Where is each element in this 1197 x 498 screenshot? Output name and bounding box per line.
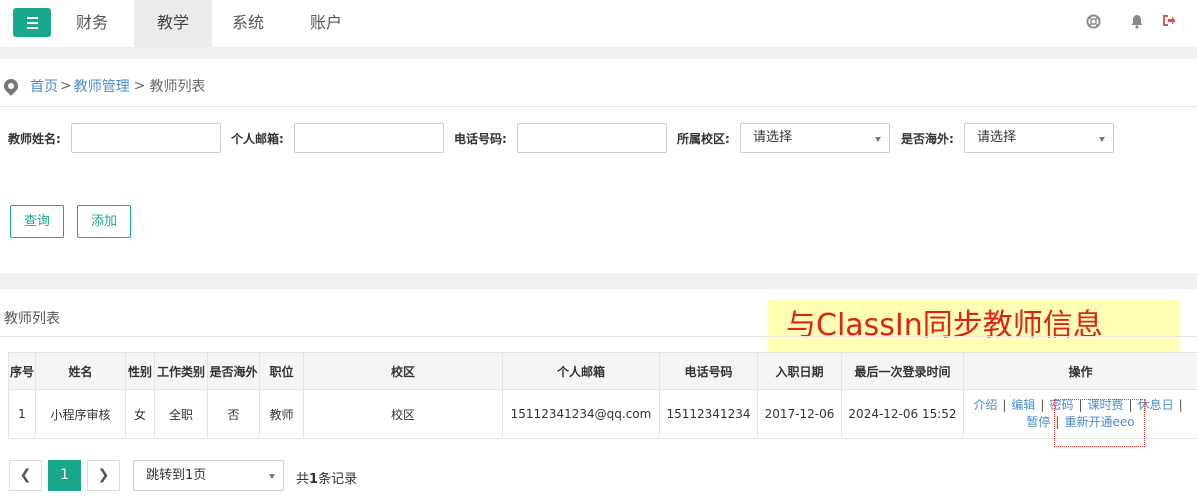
breadcrumb-current: 教师列表: [149, 79, 206, 95]
nav-item-teaching[interactable]: 教学: [134, 0, 212, 47]
op-separator: |: [1040, 398, 1045, 412]
column-header: 最后一次登录时间: [841, 352, 964, 390]
teacher-table: 序号 姓名 性别 工作类别 是否海外 职位 校区 个人邮箱 电话号码 入职日期 …: [8, 352, 1197, 439]
table-row: 1 小程序审核 女 全职 否 教师 校区 15112341234@qq.com …: [8, 389, 1197, 439]
campus-select-value: 请选择: [753, 130, 793, 145]
rest-day-link[interactable]: 休息日: [1138, 398, 1174, 412]
cell-work-type: 全职: [154, 389, 208, 439]
op-separator: |: [1128, 398, 1133, 412]
total-prefix: 共: [296, 472, 310, 487]
reopen-eeo-link[interactable]: 重新开通eeo: [1064, 415, 1134, 429]
bell-icon[interactable]: [1130, 14, 1144, 33]
next-page-button[interactable]: ❯: [87, 460, 120, 491]
teacher-name-label: 教师姓名:: [8, 132, 61, 146]
list-section-title: 教师列表: [4, 311, 60, 327]
logout-icon[interactable]: [1162, 14, 1176, 31]
section-divider-band: [0, 273, 1197, 289]
cell-hire-date: 2017-12-06: [757, 389, 842, 439]
location-pin-icon: [1, 76, 21, 96]
intro-link[interactable]: 介绍: [973, 398, 997, 412]
total-suffix: 条记录: [318, 472, 358, 487]
menu-toggle-button[interactable]: [13, 8, 51, 37]
cell-gender: 女: [125, 389, 155, 439]
chevron-left-icon: ❮: [19, 467, 32, 483]
lesson-fee-link[interactable]: 课时费: [1088, 398, 1124, 412]
sync-annotation-banner: 与ClassIn同步教师信息: [768, 300, 1180, 352]
page-jump-value: 跳转到1页: [146, 468, 207, 483]
cell-phone: 15112341234: [659, 389, 758, 439]
header-divider-band: [0, 47, 1197, 59]
campus-select[interactable]: 请选择: [740, 123, 890, 153]
overseas-select[interactable]: 请选择: [964, 123, 1114, 153]
operations-line-2: 暂停 | 重新开通eeo: [965, 414, 1197, 431]
column-header: 操作: [963, 352, 1197, 390]
breadcrumb-divider: [0, 106, 1197, 107]
total-records: 共1条记录: [296, 468, 357, 487]
campus-label: 所属校区:: [677, 132, 730, 146]
overseas-select-value: 请选择: [977, 130, 1017, 145]
search-button[interactable]: 查询: [10, 205, 64, 238]
table-header-row: 序号 姓名 性别 工作类别 是否海外 职位 校区 个人邮箱 电话号码 入职日期 …: [8, 352, 1197, 390]
total-count: 1: [309, 472, 319, 487]
cell-name: 小程序审核: [35, 389, 126, 439]
hamburger-icon-line: [26, 26, 38, 29]
breadcrumb-separator: >: [60, 78, 72, 94]
column-header: 入职日期: [757, 352, 842, 390]
lifebuoy-icon[interactable]: [1086, 14, 1101, 33]
op-separator: |: [1055, 415, 1060, 429]
op-separator: |: [1178, 398, 1183, 412]
column-header: 个人邮箱: [502, 352, 660, 390]
nav-item-account[interactable]: 账户: [288, 0, 364, 47]
caret-down-icon: [1099, 137, 1105, 142]
password-link[interactable]: 密码: [1049, 398, 1073, 412]
pause-link[interactable]: 暂停: [1026, 415, 1050, 429]
teacher-name-input[interactable]: [71, 123, 221, 153]
prev-page-button[interactable]: ❮: [9, 460, 42, 491]
column-header: 工作类别: [154, 352, 208, 390]
caret-down-icon: [875, 137, 881, 142]
cell-campus: 校区: [303, 389, 503, 439]
op-separator: |: [1002, 398, 1007, 412]
add-button[interactable]: 添加: [77, 205, 131, 238]
column-header: 职位: [259, 352, 304, 390]
column-header: 序号: [8, 352, 36, 390]
edit-link[interactable]: 编辑: [1011, 398, 1035, 412]
cell-position: 教师: [259, 389, 304, 439]
top-navbar: 财务 教学 系统 账户: [0, 0, 1197, 47]
cell-email: 15112341234@qq.com: [502, 389, 660, 439]
cell-operations: 介绍 | 编辑 | 密码 | 课时费 | 休息日 | 暂停 | 重新开通eeo: [963, 389, 1197, 439]
overseas-label: 是否海外:: [901, 132, 954, 146]
cell-overseas: 否: [207, 389, 260, 439]
breadcrumb-parent-link[interactable]: 教师管理: [74, 76, 130, 96]
caret-down-icon: [269, 474, 275, 479]
phone-input[interactable]: [517, 123, 667, 153]
cell-index: 1: [8, 389, 36, 439]
column-header: 电话号码: [659, 352, 758, 390]
column-header: 是否海外: [207, 352, 260, 390]
breadcrumb: 首页 > 教师管理 > 教师列表: [1, 76, 206, 96]
operations-line-1: 介绍 | 编辑 | 密码 | 课时费 | 休息日 |: [965, 397, 1197, 414]
nav-item-finance[interactable]: 财务: [53, 0, 131, 47]
cell-last-login: 2024-12-06 15:52: [841, 389, 964, 439]
column-header: 性别: [125, 352, 155, 390]
page-jump-select[interactable]: 跳转到1页: [133, 460, 284, 491]
breadcrumb-home-link[interactable]: 首页: [30, 76, 58, 96]
column-header: 校区: [303, 352, 503, 390]
email-input[interactable]: [294, 123, 444, 153]
list-title-divider: [0, 336, 1197, 337]
column-header: 姓名: [35, 352, 126, 390]
hamburger-icon: [26, 16, 38, 19]
breadcrumb-separator: >: [133, 78, 146, 94]
page-number-current[interactable]: 1: [48, 460, 81, 491]
op-separator: |: [1078, 398, 1083, 412]
hamburger-icon-line: [26, 21, 38, 24]
email-label: 个人邮箱:: [231, 132, 284, 146]
phone-label: 电话号码:: [454, 132, 507, 146]
nav-item-system[interactable]: 系统: [212, 0, 284, 47]
chevron-right-icon: ❯: [97, 467, 110, 483]
